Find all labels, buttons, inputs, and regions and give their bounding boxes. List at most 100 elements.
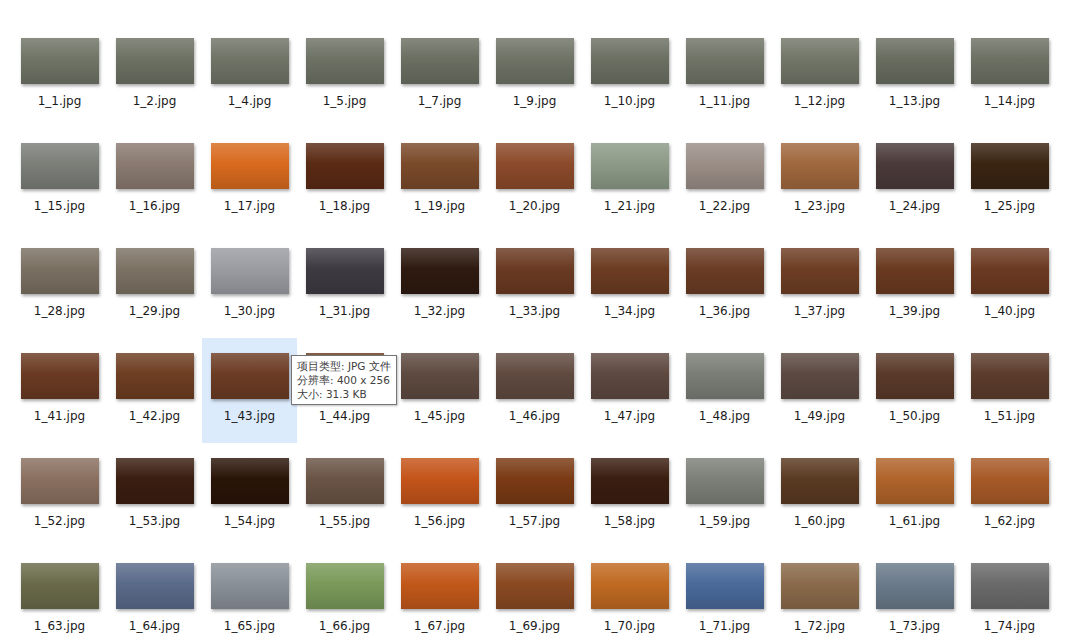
file-name: 1_44.jpg — [319, 408, 370, 424]
thumbnail-frame — [772, 453, 867, 509]
file-item[interactable]: 1_29.jpg — [107, 233, 202, 338]
file-item[interactable]: 1_14.jpg — [962, 23, 1057, 128]
file-item[interactable]: 1_11.jpg — [677, 23, 772, 128]
file-item[interactable]: 1_31.jpg — [297, 233, 392, 338]
file-item[interactable]: 1_73.jpg — [867, 548, 962, 637]
file-item[interactable]: 1_53.jpg — [107, 443, 202, 548]
file-item[interactable]: 1_36.jpg — [677, 233, 772, 338]
file-item[interactable]: 1_12.jpg — [772, 23, 867, 128]
file-item[interactable]: 1_61.jpg — [867, 443, 962, 548]
file-item[interactable]: 1_40.jpg — [962, 233, 1057, 338]
image-thumbnail — [306, 248, 384, 294]
thumbnail-frame — [297, 33, 392, 89]
thumbnail-frame — [677, 243, 772, 299]
file-item[interactable]: 1_48.jpg — [677, 338, 772, 443]
image-thumbnail — [781, 38, 859, 84]
image-thumbnail — [686, 143, 764, 189]
file-item[interactable]: 1_4.jpg — [202, 23, 297, 128]
file-item[interactable]: 1_71.jpg — [677, 548, 772, 637]
file-item[interactable]: 1_10.jpg — [582, 23, 677, 128]
thumbnail-frame — [582, 138, 677, 194]
file-item[interactable]: 1_67.jpg — [392, 548, 487, 637]
thumbnail-frame — [867, 453, 962, 509]
file-item[interactable]: 1_39.jpg — [867, 233, 962, 338]
file-item[interactable]: 1_9.jpg — [487, 23, 582, 128]
file-name: 1_60.jpg — [794, 513, 845, 529]
file-item[interactable]: 1_49.jpg — [772, 338, 867, 443]
file-name: 1_16.jpg — [129, 198, 180, 214]
file-item[interactable]: 1_19.jpg — [392, 128, 487, 233]
file-item[interactable]: 1_59.jpg — [677, 443, 772, 548]
thumbnail-frame — [487, 138, 582, 194]
image-thumbnail — [971, 248, 1049, 294]
thumbnail-frame — [392, 558, 487, 614]
file-name: 1_19.jpg — [414, 198, 465, 214]
file-tooltip: 项目类型: JPG 文件分辨率: 400 x 256大小: 31.3 KB — [291, 355, 397, 405]
thumbnail-frame — [392, 453, 487, 509]
file-item[interactable]: 1_64.jpg — [107, 548, 202, 637]
file-item[interactable]: 1_2.jpg — [107, 23, 202, 128]
file-name: 1_9.jpg — [513, 93, 557, 109]
file-item[interactable]: 1_56.jpg — [392, 443, 487, 548]
thumbnail-frame — [297, 558, 392, 614]
file-item[interactable]: 1_5.jpg — [297, 23, 392, 128]
file-name: 1_21.jpg — [604, 198, 655, 214]
file-item[interactable]: 1_72.jpg — [772, 548, 867, 637]
thumbnail-frame — [962, 33, 1057, 89]
file-item[interactable]: 1_30.jpg — [202, 233, 297, 338]
file-item[interactable]: 1_65.jpg — [202, 548, 297, 637]
file-name: 1_2.jpg — [133, 93, 177, 109]
thumbnail-frame — [962, 348, 1057, 404]
thumbnail-frame — [202, 558, 297, 614]
file-item[interactable]: 1_21.jpg — [582, 128, 677, 233]
file-item[interactable]: 1_47.jpg — [582, 338, 677, 443]
file-name: 1_32.jpg — [414, 303, 465, 319]
file-item[interactable]: 1_1.jpg — [12, 23, 107, 128]
file-item[interactable]: 1_66.jpg — [297, 548, 392, 637]
file-item[interactable]: 1_18.jpg — [297, 128, 392, 233]
file-item[interactable]: 1_24.jpg — [867, 128, 962, 233]
file-item[interactable]: 1_37.jpg — [772, 233, 867, 338]
file-item[interactable]: 1_43.jpg项目类型: JPG 文件分辨率: 400 x 256大小: 31… — [202, 338, 297, 443]
file-item[interactable]: 1_60.jpg — [772, 443, 867, 548]
file-item[interactable]: 1_57.jpg — [487, 443, 582, 548]
file-item[interactable]: 1_50.jpg — [867, 338, 962, 443]
file-item[interactable]: 1_17.jpg — [202, 128, 297, 233]
file-item[interactable]: 1_62.jpg — [962, 443, 1057, 548]
file-name: 1_37.jpg — [794, 303, 845, 319]
file-item[interactable]: 1_32.jpg — [392, 233, 487, 338]
image-thumbnail — [306, 38, 384, 84]
file-name: 1_46.jpg — [509, 408, 560, 424]
file-item[interactable]: 1_23.jpg — [772, 128, 867, 233]
file-item[interactable]: 1_41.jpg — [12, 338, 107, 443]
file-item[interactable]: 1_22.jpg — [677, 128, 772, 233]
file-item[interactable]: 1_52.jpg — [12, 443, 107, 548]
file-item[interactable]: 1_20.jpg — [487, 128, 582, 233]
file-item[interactable]: 1_25.jpg — [962, 128, 1057, 233]
image-thumbnail — [591, 458, 669, 504]
file-item[interactable]: 1_54.jpg — [202, 443, 297, 548]
file-item[interactable]: 1_7.jpg — [392, 23, 487, 128]
file-item[interactable]: 1_46.jpg — [487, 338, 582, 443]
file-item[interactable]: 1_33.jpg — [487, 233, 582, 338]
file-item[interactable]: 1_70.jpg — [582, 548, 677, 637]
file-item[interactable]: 1_55.jpg — [297, 443, 392, 548]
file-item[interactable]: 1_42.jpg — [107, 338, 202, 443]
file-item[interactable]: 1_63.jpg — [12, 548, 107, 637]
file-item[interactable]: 1_69.jpg — [487, 548, 582, 637]
file-item[interactable]: 1_16.jpg — [107, 128, 202, 233]
file-item[interactable]: 1_15.jpg — [12, 128, 107, 233]
image-thumbnail — [211, 143, 289, 189]
file-item[interactable]: 1_34.jpg — [582, 233, 677, 338]
file-item[interactable]: 1_58.jpg — [582, 443, 677, 548]
file-item[interactable]: 1_51.jpg — [962, 338, 1057, 443]
file-name: 1_41.jpg — [34, 408, 85, 424]
image-thumbnail — [686, 38, 764, 84]
image-thumbnail — [306, 563, 384, 609]
image-thumbnail — [211, 353, 289, 399]
file-item[interactable]: 1_13.jpg — [867, 23, 962, 128]
file-name: 1_66.jpg — [319, 618, 370, 634]
file-item[interactable]: 1_74.jpg — [962, 548, 1057, 637]
file-item[interactable]: 1_45.jpg — [392, 338, 487, 443]
file-item[interactable]: 1_28.jpg — [12, 233, 107, 338]
